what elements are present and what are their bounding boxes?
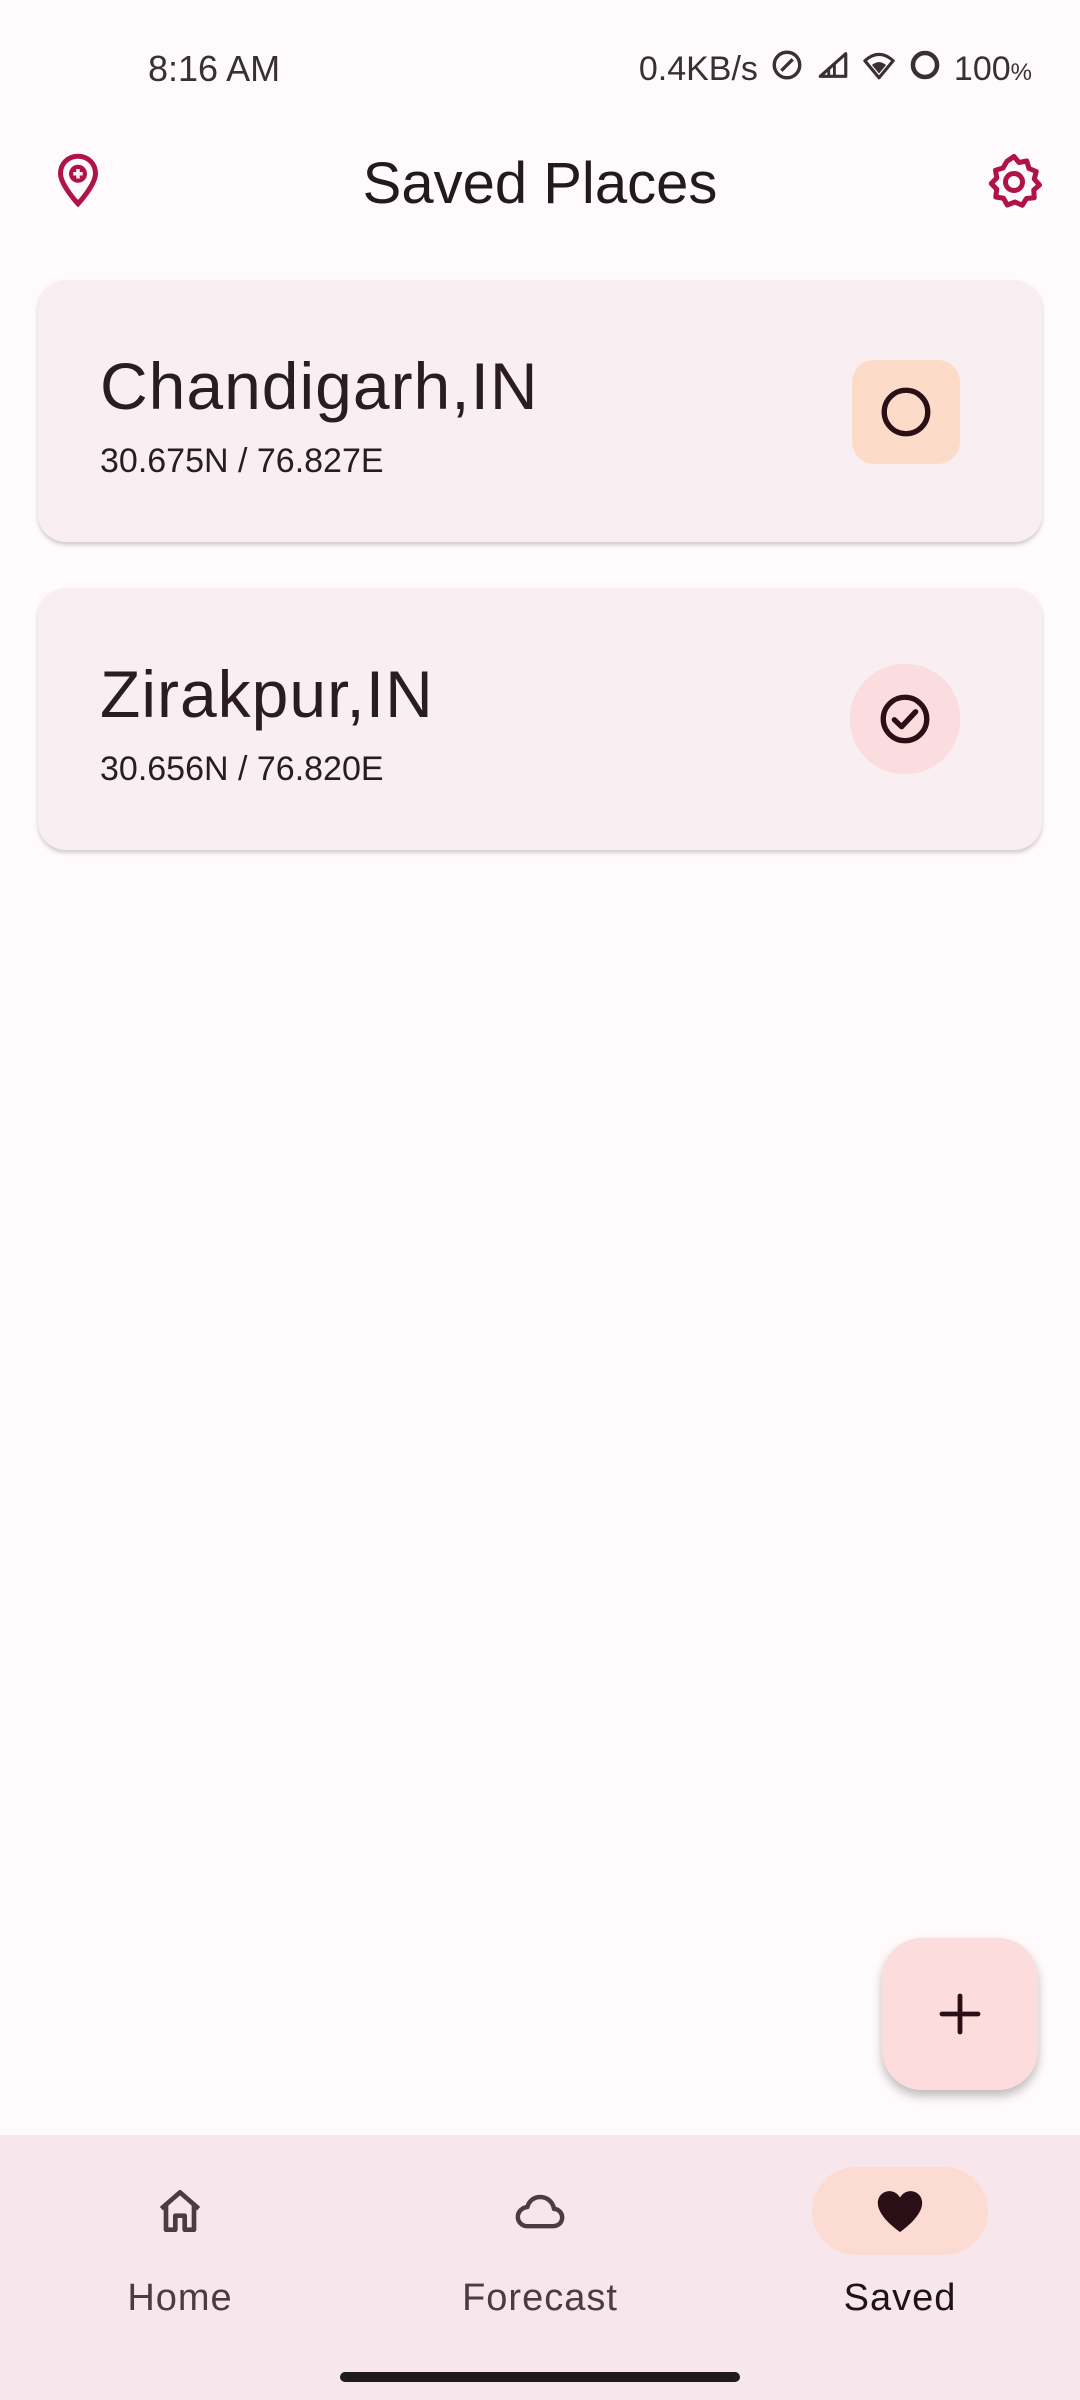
nav-label: Forecast <box>462 2277 618 2319</box>
bottom-navigation: Home Forecast Saved <box>0 2135 1080 2400</box>
nav-icon-container <box>812 2167 988 2255</box>
nav-icon-container <box>452 2167 628 2255</box>
radio-empty-circle-icon <box>881 387 931 437</box>
battery-percentage: 100% <box>954 50 1032 89</box>
selected-place-button[interactable] <box>850 664 960 774</box>
settings-button[interactable] <box>974 142 1054 222</box>
status-indicators: 0.4KB/s 100% <box>639 48 1032 91</box>
place-coordinates: 30.675N / 76.827E <box>100 442 384 480</box>
nav-item-home[interactable]: Home <box>30 2167 330 2347</box>
status-time: 8:16 AM <box>148 48 281 89</box>
nav-item-forecast[interactable]: Forecast <box>390 2167 690 2347</box>
heart-icon <box>877 2191 923 2232</box>
place-card-chandigarh[interactable]: Chandigarh,IN 30.675N / 76.827E <box>38 280 1042 542</box>
nav-item-saved[interactable]: Saved <box>750 2167 1050 2347</box>
select-place-button[interactable] <box>852 360 960 464</box>
app-bar: Saved Places <box>0 130 1080 240</box>
places-list: Chandigarh,IN 30.675N / 76.827E Zirakpur… <box>38 280 1042 896</box>
check-circle-icon <box>880 694 930 744</box>
gear-icon <box>988 154 1042 208</box>
home-icon <box>159 2190 201 2232</box>
battery-icon <box>908 48 942 91</box>
signal-icon <box>816 48 850 91</box>
battery-unit: % <box>1010 59 1032 86</box>
place-card-zirakpur[interactable]: Zirakpur,IN 30.656N / 76.820E <box>38 588 1042 850</box>
wifi-icon <box>862 48 896 91</box>
network-speed: 0.4KB/s <box>638 50 758 88</box>
nav-icon-container <box>92 2167 268 2255</box>
home-gesture-bar[interactable] <box>340 2372 740 2382</box>
page-title: Saved Places <box>362 151 718 216</box>
data-saver-icon <box>770 48 804 91</box>
status-bar: 8:16 AM 0.4KB/s 100% <box>0 0 1080 130</box>
battery-value: 100 <box>953 50 1011 88</box>
place-name: Zirakpur,IN <box>100 657 434 731</box>
cloud-icon <box>515 2194 565 2229</box>
screen: 8:16 AM 0.4KB/s 100% Saved Places Chandi… <box>0 0 1080 2400</box>
nav-label: Saved <box>843 2277 957 2319</box>
plus-icon <box>939 1993 981 2035</box>
add-place-fab[interactable] <box>882 1938 1038 2090</box>
nav-label: Home <box>127 2277 233 2319</box>
place-name: Chandigarh,IN <box>100 349 539 423</box>
place-coordinates: 30.656N / 76.820E <box>100 750 384 788</box>
